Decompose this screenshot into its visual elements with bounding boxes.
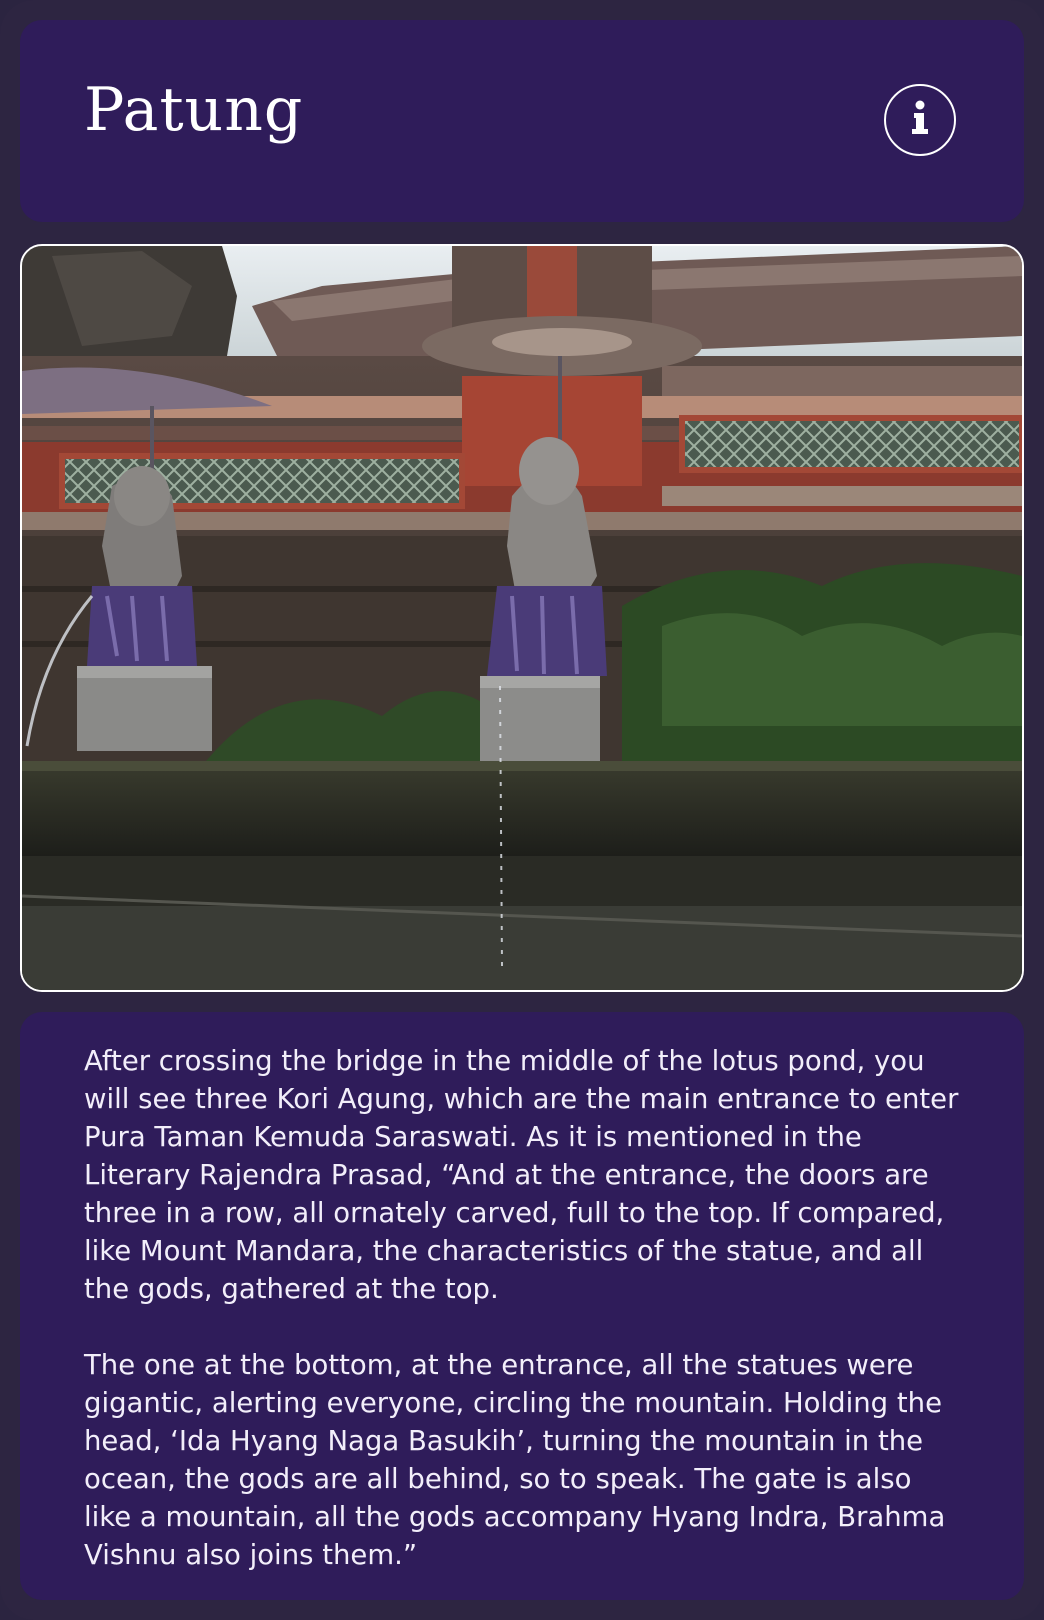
- description-paragraph-2: The one at the bottom, at the entrance, …: [84, 1349, 946, 1571]
- temple-statue-photo: [20, 244, 1024, 992]
- app-frame: Patung After crossing the bridge in the …: [0, 0, 1044, 1620]
- header-card: Patung: [20, 20, 1024, 222]
- info-icon: [905, 98, 935, 143]
- info-button[interactable]: [884, 84, 956, 156]
- description-paragraph-1: After crossing the bridge in the middle …: [84, 1045, 959, 1305]
- description-panel: After crossing the bridge in the middle …: [20, 1012, 1024, 1600]
- page-title: Patung: [84, 75, 304, 145]
